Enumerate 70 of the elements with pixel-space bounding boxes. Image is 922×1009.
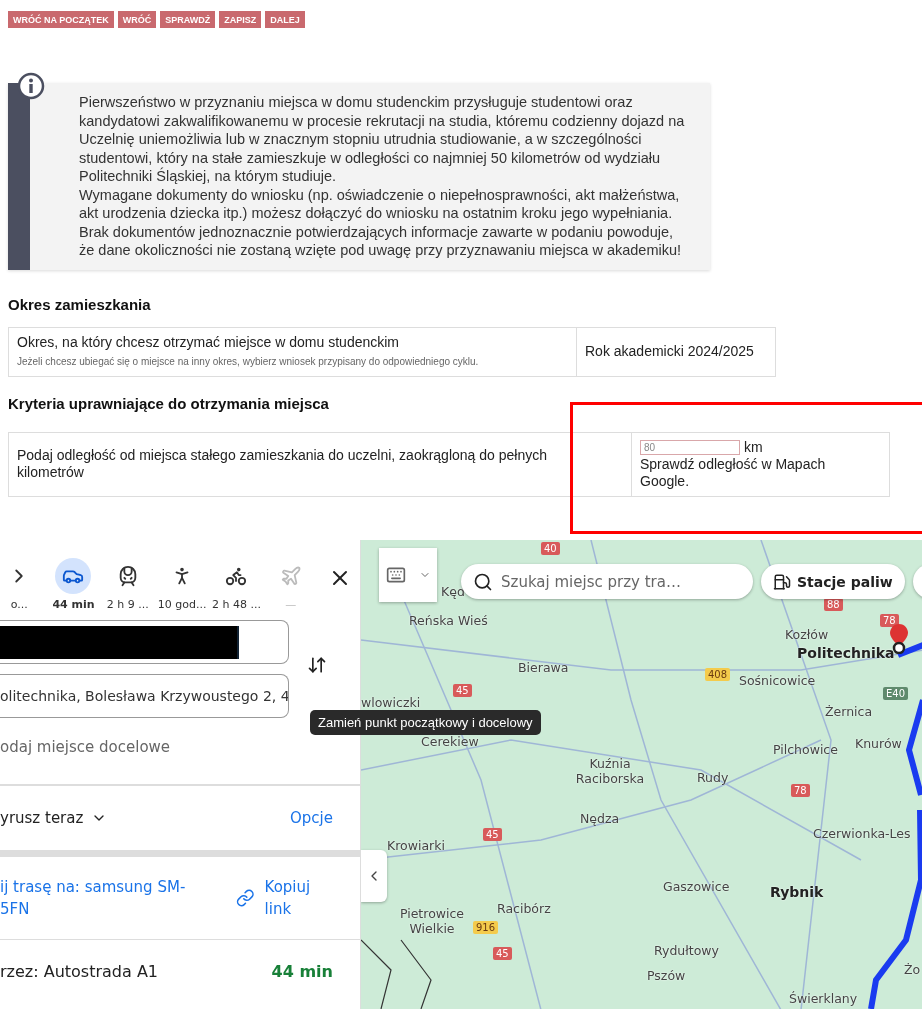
nav-button[interactable]: WRÓĆ bbox=[117, 11, 157, 28]
road-shield: 78 bbox=[791, 784, 810, 797]
place-label: Rydułtowy bbox=[654, 943, 719, 958]
place-label: Pilchowice bbox=[773, 742, 838, 757]
travel-mode-tab[interactable]: 2 h 48 ... bbox=[209, 558, 264, 611]
nav-button[interactable]: ZAPISZ bbox=[219, 11, 262, 28]
road-shield: 916 bbox=[473, 921, 499, 934]
place-label: Cerekiew bbox=[421, 734, 479, 749]
place-label: Krowiarki bbox=[387, 838, 445, 853]
destination-field[interactable]: olitechnika, Bolesława Krzywoustego 2, 4 bbox=[0, 674, 289, 718]
nav-button[interactable]: SPRAWDŹ bbox=[160, 11, 216, 28]
place-label: wlowiczki bbox=[361, 695, 421, 710]
travel-mode-tab[interactable]: 2 h 9 ... bbox=[100, 558, 155, 611]
field-label: Okres, na który chcesz otrzymać miejsce w domu studenckim bbox=[17, 333, 400, 351]
field-label: Podaj odległość od miejsca stałego zamieszkania do uczelni, zaokrągloną do pełnych kilometrów bbox=[17, 446, 548, 481]
nav-button[interactable]: DALEJ bbox=[265, 11, 305, 28]
place-label: Bierawa bbox=[518, 660, 569, 675]
place-label: Knurów bbox=[855, 736, 902, 751]
place-label: Żo bbox=[904, 962, 921, 977]
options-link[interactable]: Opcje bbox=[290, 809, 333, 827]
road-shield: 45 bbox=[483, 828, 502, 841]
place-label: Kozłów bbox=[785, 627, 829, 642]
nav-button[interactable]: WRÓĆ NA POCZĄTEK bbox=[8, 11, 114, 28]
start-field[interactable] bbox=[0, 620, 289, 664]
link-icon bbox=[236, 888, 255, 908]
depart-dropdown[interactable]: yrusz teraz bbox=[0, 809, 108, 827]
road-shield: 40 bbox=[541, 542, 560, 555]
keyboard-icon bbox=[385, 565, 406, 585]
place-label: Nędza bbox=[580, 811, 620, 826]
plane-icon bbox=[279, 565, 302, 587]
place-label: Kuźnia Raciborska bbox=[574, 756, 646, 786]
road-shield: E40 bbox=[883, 687, 909, 700]
travel-mode-tab[interactable]: 44 min bbox=[46, 558, 101, 611]
place-label: Rybnik bbox=[770, 885, 824, 900]
route-time: 44 min bbox=[271, 962, 333, 981]
bicycle-icon bbox=[225, 565, 248, 587]
place-label: Reńska Wieś bbox=[409, 613, 488, 628]
place-label: Żernica bbox=[825, 704, 873, 719]
travel-mode-tab[interactable]: o... bbox=[0, 558, 47, 611]
place-label: Czerwionka-Les bbox=[813, 826, 911, 841]
place-label: Rudy bbox=[697, 770, 729, 785]
search-icon bbox=[473, 572, 493, 592]
field-hint: Jeżeli chcesz ubiegać się o miejsce na inny okres, wybierz wniosek przypisany do odpowiedniego cyklu. bbox=[17, 354, 480, 369]
route-name: rzez: Autostrada A1 bbox=[0, 962, 158, 981]
copy-link-button[interactable]: Kopiuj link bbox=[236, 876, 336, 920]
place-label: Świerklany bbox=[789, 991, 858, 1006]
place-label: Pietrowice Wielkie bbox=[398, 906, 466, 936]
place-label: Gaszowice bbox=[663, 879, 730, 894]
place-label: Pszów bbox=[647, 968, 686, 983]
place-label: Sośnicowice bbox=[739, 673, 816, 688]
notice-text: Wymagane dokumenty do wniosku (np. oświadczenie o niepełnosprawności, akt małżeństwa, akt urodzenia dziecka itp.) możesz dołączyć do wniosku na ostatnim kroku jego wypełniania. Brak dokumentów jednoznacznie potwierdzających informacje zawarte w podaniu powoduje, że dane okoliczności nie zostaną wzięte pod uwagę przy przyznawaniu miejsca w akademiku! bbox=[79, 185, 683, 260]
section-heading: Okres zamieszkania bbox=[8, 295, 152, 313]
fuel-pump-icon bbox=[773, 572, 791, 591]
category-chip[interactable]: Stacje paliw bbox=[761, 564, 905, 599]
field-value: Rok akademicki 2024/2025 bbox=[585, 342, 754, 361]
distance-input[interactable]: 80 bbox=[640, 439, 740, 455]
section-heading: Kryteria uprawniające do otrzymania miejsca bbox=[8, 394, 330, 412]
road-shield: 408 bbox=[705, 668, 731, 681]
road-shield: 45 bbox=[493, 947, 512, 960]
unit-label: km bbox=[744, 438, 763, 456]
road-shield: 45 bbox=[453, 684, 472, 697]
tooltip: Zamień punkt początkowy i docelowy bbox=[310, 710, 541, 735]
travel-mode-tab[interactable]: 10 god... bbox=[155, 558, 210, 611]
place-label: Racibórz bbox=[497, 901, 551, 916]
maps-hint: Sprawdź odległość w Mapach Google. bbox=[640, 455, 827, 490]
send-route-link[interactable]: ij trasę na: samsung SM-5FN bbox=[0, 876, 200, 920]
road-shield: 78 bbox=[880, 614, 899, 627]
notice-text: Pierwszeństwo w przyznaniu miejsca w domu studenckim przysługuje studentowi oraz kandydatowi zakwalifikowanemu w procesie rekrutacji na studia, któremu codzienny dojazd na Uczelnię uniemożliwia lub w znacznym stopniu utrudnia studiowanie, a w szczególności studentowi, który na stałe zamieszkuje w odległości co najmniej 50 kilometrów od wydziału Politechniki Śląskiej, na którym studiuje. bbox=[79, 93, 686, 186]
keyboard-button[interactable] bbox=[379, 548, 437, 602]
place-label: Politechnika bbox=[797, 646, 895, 661]
